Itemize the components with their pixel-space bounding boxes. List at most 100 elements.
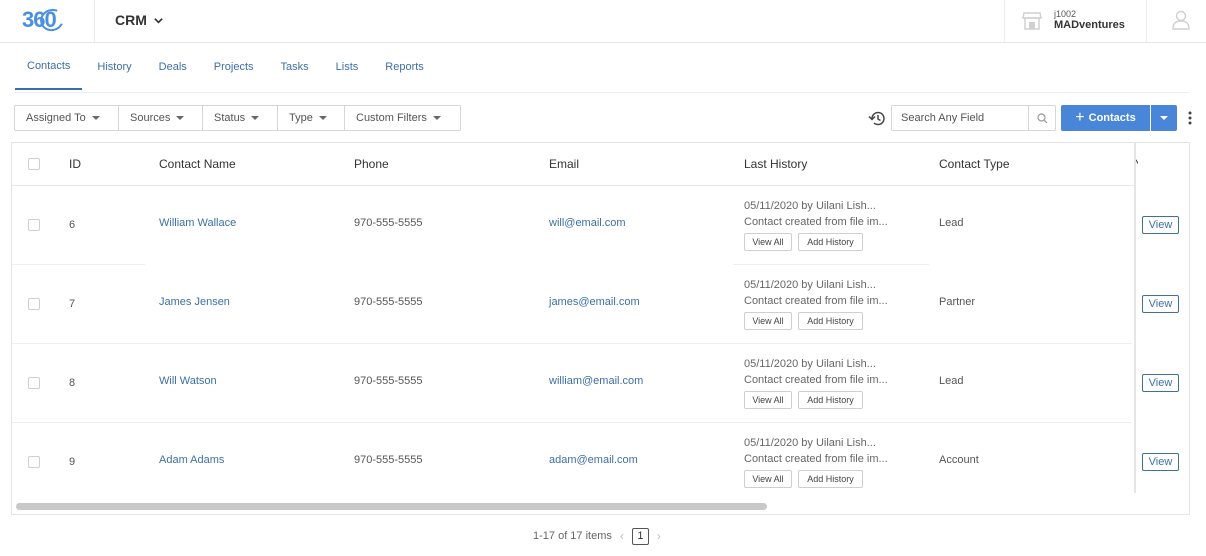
contact-name-link[interactable]: James Jensen bbox=[159, 296, 230, 308]
column-header-phone[interactable]: Phone bbox=[354, 157, 389, 171]
app-switcher[interactable]: CRM bbox=[115, 12, 164, 28]
contact-email-link[interactable]: james@email.com bbox=[549, 296, 640, 308]
view-all-history-button[interactable]: View All bbox=[744, 391, 792, 409]
row-checkbox[interactable] bbox=[28, 219, 40, 231]
history-summary: 05/11/2020 by Uilani Lish... bbox=[744, 279, 876, 291]
history-detail: Contact created from file im... bbox=[744, 216, 888, 228]
column-header-id[interactable]: ID bbox=[69, 157, 81, 171]
custom-filters[interactable]: Custom Filters bbox=[345, 105, 461, 131]
user-icon[interactable] bbox=[1172, 10, 1190, 30]
contacts-table: ID Contact Name Phone Email Last History… bbox=[11, 142, 1190, 515]
assigned-to-filter[interactable]: Assigned To bbox=[14, 105, 119, 131]
tab-deals[interactable]: Deals bbox=[147, 44, 199, 90]
history-icon[interactable] bbox=[868, 110, 886, 127]
logo[interactable]: 360 bbox=[22, 5, 70, 35]
history-summary: 05/11/2020 by Uilani Lish... bbox=[744, 200, 876, 212]
contact-phone: 970-555-5555 bbox=[354, 375, 423, 387]
column-header-name[interactable]: Contact Name bbox=[159, 157, 236, 171]
contact-name-link[interactable]: William Wallace bbox=[159, 217, 236, 229]
contact-id: 9 bbox=[69, 456, 76, 468]
tab-contacts[interactable]: Contacts bbox=[15, 44, 83, 90]
add-history-button[interactable]: Add History bbox=[798, 391, 863, 409]
tab-reports[interactable]: Reports bbox=[373, 44, 436, 90]
select-all-checkbox[interactable] bbox=[28, 158, 40, 170]
caret-down-icon bbox=[1160, 116, 1168, 120]
caret-down-icon bbox=[176, 116, 185, 120]
caret-down-icon bbox=[91, 116, 100, 120]
contact-email-link[interactable]: adam@email.com bbox=[549, 454, 638, 466]
view-contact-button[interactable]: View bbox=[1142, 453, 1179, 471]
add-history-button[interactable]: Add History bbox=[798, 312, 863, 330]
divider bbox=[1134, 143, 1136, 493]
tab-history[interactable]: History bbox=[85, 44, 143, 90]
horizontal-scrollbar[interactable] bbox=[16, 503, 767, 510]
column-header-last-history[interactable]: Last History bbox=[744, 157, 807, 171]
view-contact-button[interactable]: View bbox=[1142, 374, 1179, 392]
account-info[interactable]: j1002 MADventures bbox=[1054, 9, 1125, 31]
prev-page-icon[interactable]: ‹ bbox=[620, 529, 624, 543]
table-row: 6 William Wallace 970-555-5555 will@emai… bbox=[12, 186, 1132, 265]
history-detail: Contact created from file im... bbox=[744, 453, 888, 465]
column-header-email[interactable]: Email bbox=[549, 157, 579, 171]
contact-type: Partner bbox=[939, 296, 976, 308]
contact-phone: 970-555-5555 bbox=[354, 296, 423, 308]
view-contact-button[interactable]: View bbox=[1142, 295, 1179, 313]
add-contacts-button[interactable]: + Contacts bbox=[1061, 105, 1150, 131]
search-box bbox=[891, 105, 1056, 131]
search-input[interactable] bbox=[892, 106, 1028, 130]
contact-id: 8 bbox=[69, 377, 76, 389]
divider bbox=[94, 0, 95, 42]
contact-name-link[interactable]: Will Watson bbox=[159, 375, 217, 387]
caret-down-icon bbox=[251, 116, 260, 120]
next-page-icon[interactable]: › bbox=[657, 529, 661, 543]
contact-type: Lead bbox=[939, 375, 964, 387]
contact-type: Lead bbox=[939, 217, 964, 229]
row-checkbox[interactable] bbox=[28, 456, 40, 468]
contact-id: 7 bbox=[69, 298, 76, 310]
history-summary: 05/11/2020 by Uilani Lish... bbox=[744, 437, 876, 449]
table-row: 7 James Jensen 970-555-5555 james@email.… bbox=[12, 265, 1132, 344]
caret-down-icon bbox=[318, 116, 327, 120]
top-bar: 360 CRM j1002 MADventures bbox=[0, 0, 1206, 43]
search-button[interactable] bbox=[1028, 106, 1055, 130]
sources-filter[interactable]: Sources bbox=[119, 105, 203, 131]
row-checkbox[interactable] bbox=[28, 377, 40, 389]
table-header: ID Contact Name Phone Email Last History… bbox=[12, 143, 1138, 186]
contact-email-link[interactable]: will@email.com bbox=[549, 217, 626, 229]
view-all-history-button[interactable]: View All bbox=[744, 233, 792, 251]
contact-name-link[interactable]: Adam Adams bbox=[159, 454, 224, 466]
divider bbox=[1146, 0, 1147, 42]
caret-down-icon bbox=[432, 116, 441, 120]
tab-tasks[interactable]: Tasks bbox=[269, 44, 321, 90]
search-icon bbox=[1036, 112, 1047, 123]
add-history-button[interactable]: Add History bbox=[798, 470, 863, 488]
view-all-history-button[interactable]: View All bbox=[744, 312, 792, 330]
contact-phone: 970-555-5555 bbox=[354, 217, 423, 229]
view-contact-button[interactable]: View bbox=[1142, 216, 1179, 234]
filter-bar: Assigned To Sources Status Type Custom F… bbox=[14, 105, 461, 131]
add-contacts-dropdown[interactable] bbox=[1151, 105, 1177, 131]
plus-icon: + bbox=[1075, 109, 1085, 126]
row-checkbox[interactable] bbox=[28, 298, 40, 310]
history-detail: Contact created from file im... bbox=[744, 374, 888, 386]
divider bbox=[15, 92, 1189, 93]
tab-projects[interactable]: Projects bbox=[202, 44, 266, 90]
contact-email-link[interactable]: william@email.com bbox=[549, 375, 643, 387]
tab-lists[interactable]: Lists bbox=[324, 44, 371, 90]
nav-tabs: Contacts History Deals Projects Tasks Li… bbox=[15, 44, 439, 92]
page-button[interactable]: 1 bbox=[631, 527, 649, 545]
add-contacts-group: + Contacts bbox=[1061, 105, 1177, 131]
more-vertical-icon[interactable] bbox=[1186, 110, 1194, 126]
column-header-contact-type[interactable]: Contact Type bbox=[939, 157, 1010, 171]
history-summary: 05/11/2020 by Uilani Lish... bbox=[744, 358, 876, 370]
type-filter[interactable]: Type bbox=[278, 105, 345, 131]
contact-phone: 970-555-5555 bbox=[354, 454, 423, 466]
status-filter[interactable]: Status bbox=[203, 105, 278, 131]
contact-type: Account bbox=[939, 454, 979, 466]
store-icon[interactable] bbox=[1022, 12, 1042, 30]
history-detail: Contact created from file im... bbox=[744, 295, 888, 307]
view-all-history-button[interactable]: View All bbox=[744, 470, 792, 488]
add-history-button[interactable]: Add History bbox=[798, 233, 863, 251]
contact-id: 6 bbox=[69, 219, 76, 231]
pagination: 1-17 of 17 items ‹ 1 › bbox=[533, 527, 669, 545]
